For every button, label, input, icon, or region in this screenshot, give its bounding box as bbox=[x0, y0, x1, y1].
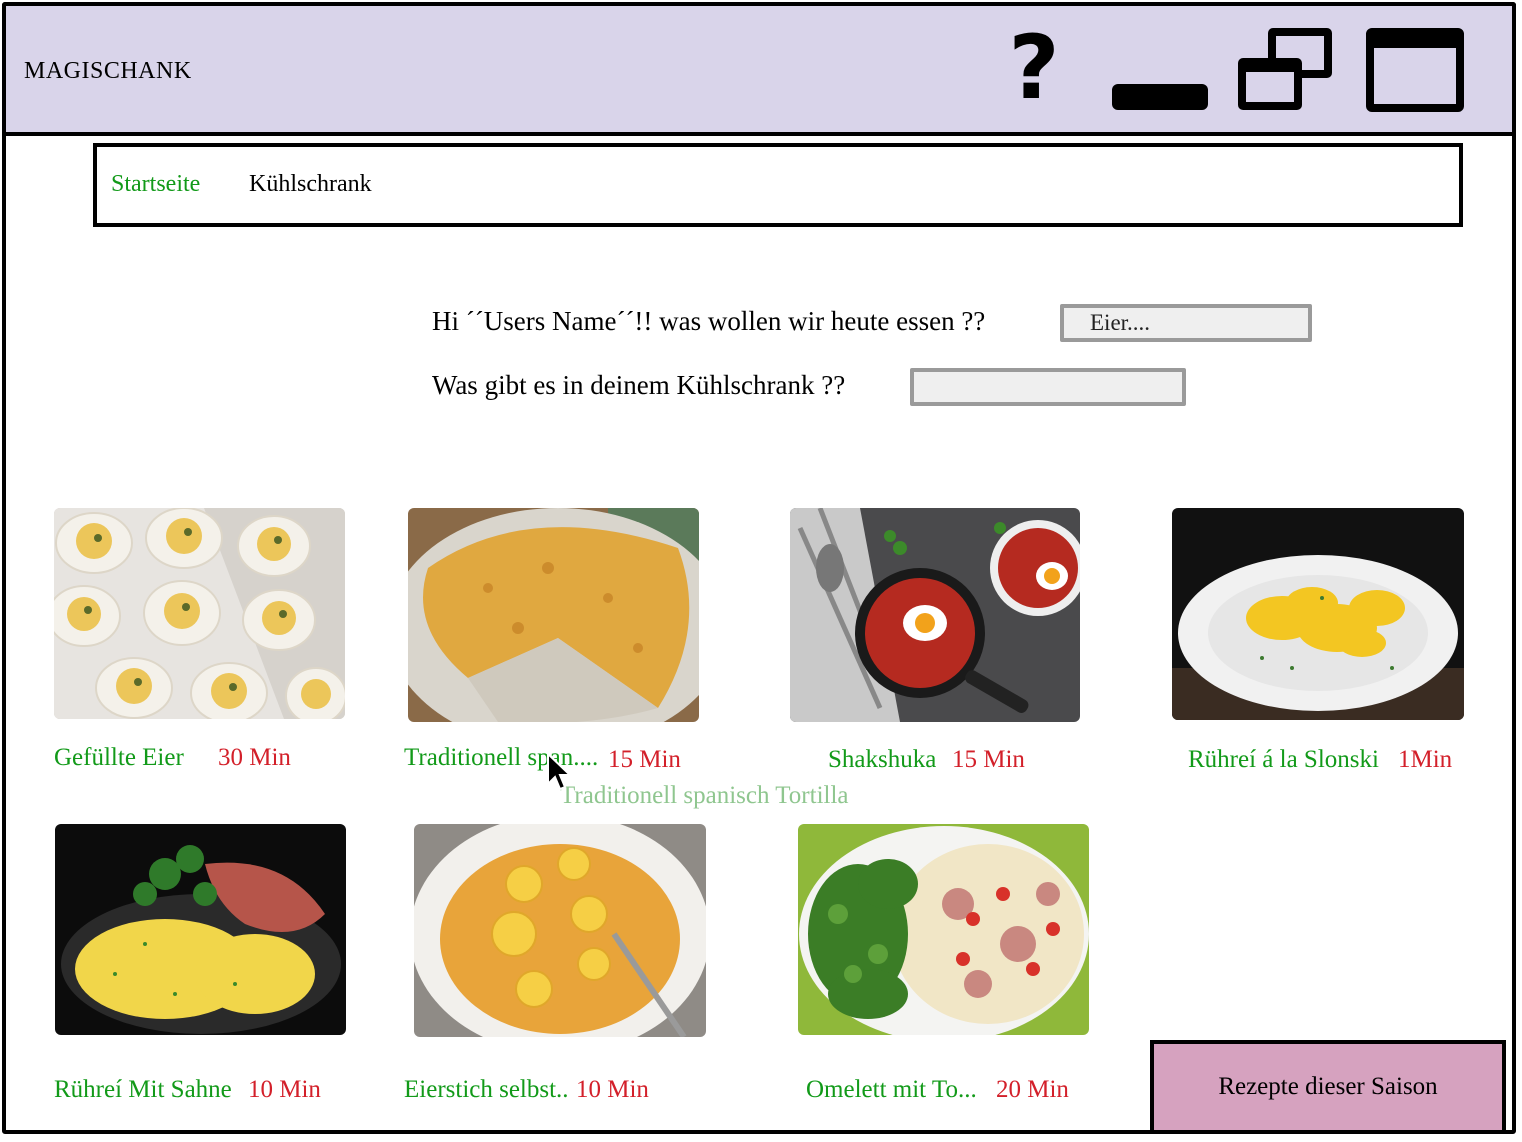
fridge-question: Was gibt es in deinem Kühlschrank ?? bbox=[432, 370, 846, 400]
season-recipes-button[interactable]: Rezepte dieser Saison bbox=[1150, 1040, 1506, 1134]
recipe-tooltip: Traditionell spanisch Tortilla bbox=[560, 782, 849, 809]
deviled-eggs-photo bbox=[54, 508, 345, 719]
omelett-salad-photo bbox=[798, 824, 1089, 1035]
recipe-time: 20 Min bbox=[996, 1076, 1069, 1103]
recipe-image-omelett[interactable] bbox=[798, 824, 1089, 1035]
recipe-time: 10 Min bbox=[576, 1076, 649, 1103]
dish-search-input[interactable] bbox=[1060, 304, 1312, 342]
recipe-name[interactable]: Rühreí á la Slonski bbox=[1188, 746, 1379, 774]
recipe-image-ruehrei-sahne[interactable] bbox=[55, 824, 346, 1035]
recipe-time: 1Min bbox=[1398, 746, 1453, 773]
recipe-image-gefuellte-eier[interactable] bbox=[54, 508, 345, 719]
recipe-image-ruehrei-slonski[interactable] bbox=[1172, 508, 1464, 720]
recipe-name[interactable]: Shakshuka bbox=[828, 746, 936, 774]
minimize-icon[interactable] bbox=[1112, 84, 1208, 110]
restore-icon[interactable] bbox=[1238, 28, 1338, 114]
recipe-image-eierstich[interactable] bbox=[414, 824, 706, 1037]
recipe-image-shakshuka[interactable] bbox=[790, 508, 1080, 722]
recipe-time: 15 Min bbox=[608, 746, 681, 773]
recipe-name[interactable]: Gefüllte Eier bbox=[54, 744, 184, 772]
restore-icon-front bbox=[1238, 58, 1302, 110]
maximize-icon[interactable] bbox=[1366, 28, 1464, 112]
recipe-name[interactable]: Rühreí Mit Sahne bbox=[54, 1076, 232, 1104]
recipe-name[interactable]: Eierstich selbst.. bbox=[404, 1076, 569, 1104]
recipe-time: 15 Min bbox=[952, 746, 1025, 773]
fridge-ingredients-input[interactable] bbox=[910, 368, 1186, 406]
nav-startseite[interactable]: Startseite bbox=[111, 171, 200, 198]
shakshuka-photo bbox=[790, 508, 1080, 722]
recipe-time: 30 Min bbox=[218, 744, 291, 771]
scrambled-eggs-plate-photo bbox=[1172, 508, 1464, 720]
recipe-time: 10 Min bbox=[248, 1076, 321, 1103]
app-title: MAGISCHANK bbox=[24, 58, 192, 84]
greeting-text: Hi ´´Users Name´´!! was wollen wir heute… bbox=[432, 306, 986, 336]
help-icon[interactable]: ? bbox=[1004, 24, 1064, 112]
nav-kuehlschrank[interactable]: Kühlschrank bbox=[249, 171, 372, 198]
recipe-name[interactable]: Omelett mit To... bbox=[806, 1076, 977, 1104]
eierstich-soup-photo bbox=[414, 824, 706, 1037]
tortilla-photo bbox=[408, 508, 699, 722]
mouse-cursor-icon bbox=[547, 752, 572, 791]
scrambled-eggs-ham-photo bbox=[55, 824, 346, 1035]
recipe-image-tortilla[interactable] bbox=[408, 508, 699, 722]
nav-bar: Startseite Kühlschrank bbox=[93, 143, 1463, 227]
